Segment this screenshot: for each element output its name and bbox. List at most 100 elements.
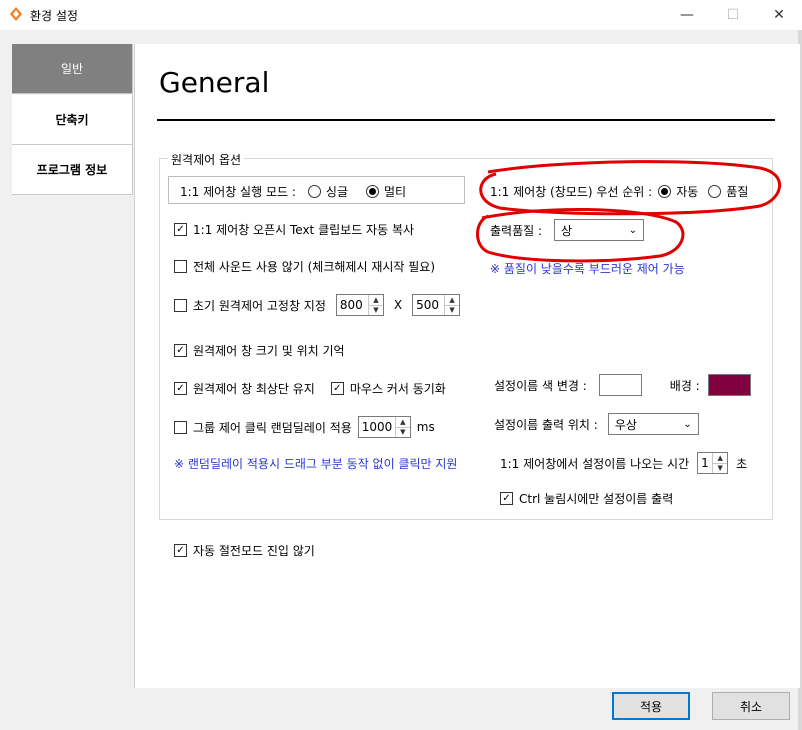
- chevron-down-icon: ⌄: [628, 224, 638, 236]
- always-top-row: ✓ 원격제어 창 최상단 유지 ✓ 마우스 커서 동기화: [174, 380, 446, 397]
- title-bar: 환경 설정 — ☐ ✕: [0, 0, 802, 30]
- arrow-up-icon[interactable]: ▲: [445, 295, 459, 305]
- arrow-up-icon[interactable]: ▲: [396, 417, 410, 427]
- mode-single-radio[interactable]: [307, 185, 321, 198]
- cancel-button[interactable]: 취소: [712, 692, 790, 720]
- sidebar-item-program-info[interactable]: 프로그램 정보: [12, 145, 133, 195]
- maximize-button[interactable]: ☐: [710, 0, 756, 30]
- arrow-down-icon[interactable]: ▼: [445, 304, 460, 316]
- priority-label: 1:1 제어창 (창모드) 우선 순위 :: [490, 185, 653, 199]
- sidebar-item-general[interactable]: 일반: [12, 44, 133, 94]
- name-time-value: 1: [701, 456, 709, 470]
- group-click-checkbox[interactable]: [174, 420, 187, 434]
- group-note-text: ※ 랜덤딜레이 적용시 드래그 부분 동작 없이 클릭만 지원: [174, 457, 458, 471]
- mouse-sync-checkbox[interactable]: ✓: [330, 382, 344, 395]
- clipboard-copy-checkbox[interactable]: ✓: [174, 223, 187, 236]
- name-position-row: 설정이름 출력 위치 : 우상 ⌄: [494, 413, 699, 435]
- name-time-stepper[interactable]: 1 ▲ ▼: [697, 452, 729, 474]
- arrow-down-icon[interactable]: ▼: [713, 462, 728, 474]
- arrow-up-icon[interactable]: ▲: [713, 453, 727, 463]
- quality-row: 출력품질 : 상 ⌄: [490, 219, 645, 241]
- name-position-dropdown[interactable]: 우상 ⌄: [607, 413, 699, 435]
- arrow-down-icon[interactable]: ▼: [395, 426, 410, 438]
- group-click-label: 그룹 제어 클릭 랜덤딜레이 적용: [193, 420, 352, 435]
- ctrl-only-row: ✓ Ctrl 눌림시에만 설정이름 출력: [500, 490, 673, 507]
- close-icon: ✕: [773, 7, 785, 23]
- name-time-label: 1:1 제어창에서 설정이름 나오는 시간: [500, 456, 690, 471]
- mode-multi-label: 멀티: [384, 185, 407, 199]
- fixed-width-value: 800: [339, 298, 363, 312]
- sidebar-item-label: 프로그램 정보: [36, 163, 108, 177]
- quality-label: 출력품질 :: [490, 223, 543, 238]
- clipboard-copy-row: ✓ 1:1 제어창 오픈시 Text 클립보드 자동 복사: [174, 221, 414, 238]
- no-power-save-label: 자동 절전모드 진입 않기: [193, 544, 315, 558]
- quality-value: 상: [561, 223, 573, 238]
- mode-multi-radio[interactable]: [366, 185, 379, 198]
- window-title: 환경 설정: [30, 9, 78, 23]
- mode-row: 1:1 제어창 실행 모드 : 싱글 멀티: [180, 183, 406, 200]
- page-title: General: [159, 66, 270, 99]
- priority-quality-label: 품질: [726, 185, 749, 199]
- close-button[interactable]: ✕: [756, 0, 802, 30]
- quality-note: ※ 품질이 낮을수록 부드러운 제어 가능: [490, 260, 685, 277]
- sidebar-item-label: 일반: [60, 62, 84, 76]
- clipboard-copy-label: 1:1 제어창 오픈시 Text 클립보드 자동 복사: [193, 223, 415, 237]
- group-label: 원격제어 옵션: [168, 151, 245, 168]
- fixed-size-row: 초기 원격제어 고정창 지정 800 ▲ ▼ X 500 ▲ ▼: [174, 294, 461, 316]
- remember-pos-label: 원격제어 창 크기 및 위치 기억: [193, 344, 345, 358]
- quality-dropdown[interactable]: 상 ⌄: [554, 219, 645, 241]
- sidebar-item-shortcuts[interactable]: 단축키: [12, 95, 133, 145]
- fixed-height-stepper[interactable]: 500 ▲ ▼: [412, 294, 461, 316]
- title-divider: [157, 119, 775, 121]
- cancel-label: 취소: [739, 699, 763, 714]
- always-top-checkbox[interactable]: ✓: [174, 382, 187, 395]
- minimize-button[interactable]: —: [664, 0, 710, 30]
- apply-button[interactable]: 적용: [612, 692, 690, 720]
- minimize-icon: —: [680, 7, 694, 23]
- chevron-down-icon: ⌄: [683, 418, 692, 430]
- group-click-row: 그룹 제어 클릭 랜덤딜레이 적용 1000 ▲ ▼ ms: [174, 416, 435, 438]
- apply-label: 적용: [639, 699, 663, 714]
- mode-single-label: 싱글: [325, 185, 348, 199]
- no-power-save-row: ✓ 자동 절전모드 진입 않기: [174, 542, 315, 559]
- name-bg-swatch[interactable]: [707, 374, 751, 396]
- priority-auto-label: 자동: [676, 185, 699, 199]
- name-position-label: 설정이름 출력 위치 :: [494, 417, 598, 432]
- priority-quality-radio[interactable]: [708, 185, 722, 198]
- name-color-label: 설정이름 색 변경 :: [494, 378, 587, 393]
- ctrl-only-checkbox[interactable]: ✓: [500, 492, 513, 505]
- remember-pos-row: ✓ 원격제어 창 크기 및 위치 기억: [174, 342, 345, 359]
- sidebar-item-label: 단축키: [55, 113, 89, 127]
- priority-row: 1:1 제어창 (창모드) 우선 순위 : 자동 품질: [490, 183, 748, 200]
- app-logo-icon: [10, 7, 22, 21]
- group-note: ※ 랜덤딜레이 적용시 드래그 부분 동작 없이 클릭만 지원: [174, 455, 457, 472]
- name-time-row: 1:1 제어창에서 설정이름 나오는 시간 1 ▲ ▼ 초: [500, 452, 747, 474]
- mode-label: 1:1 제어창 실행 모드 :: [180, 185, 296, 199]
- main-panel: General 원격제어 옵션: [134, 44, 800, 688]
- group-click-stepper[interactable]: 1000 ▲ ▼: [357, 416, 411, 438]
- fixed-size-checkbox[interactable]: [174, 298, 187, 312]
- sidebar: 일반 단축키 프로그램 정보: [0, 30, 134, 730]
- quality-note-text: ※ 품질이 낮을수록 부드러운 제어 가능: [490, 262, 685, 276]
- name-position-value: 우상: [614, 417, 637, 432]
- arrow-up-icon[interactable]: ▲: [369, 295, 383, 305]
- ctrl-only-label: Ctrl 눌림시에만 설정이름 출력: [519, 492, 674, 506]
- maximize-icon: ☐: [726, 7, 740, 23]
- arrow-down-icon[interactable]: ▼: [368, 304, 383, 316]
- remember-pos-checkbox[interactable]: ✓: [174, 344, 187, 357]
- priority-auto-radio[interactable]: [658, 185, 672, 198]
- no-sound-row: 전체 사운드 사용 않기 (체크해제시 재시작 필요): [174, 258, 435, 275]
- fixed-height-value: 500: [416, 298, 440, 312]
- no-sound-label: 전체 사운드 사용 않기 (체크해제시 재시작 필요): [193, 260, 436, 274]
- fixed-width-stepper[interactable]: 800 ▲ ▼: [335, 294, 384, 316]
- name-color-swatch[interactable]: [598, 374, 642, 396]
- name-time-unit: 초: [736, 456, 748, 471]
- no-power-save-checkbox[interactable]: ✓: [174, 544, 187, 557]
- name-color-row: 설정이름 색 변경 : 배경 :: [494, 374, 751, 396]
- no-sound-checkbox[interactable]: [174, 260, 187, 273]
- name-bg-label: 배경 :: [669, 378, 700, 393]
- size-separator: X: [393, 298, 403, 312]
- fixed-size-label: 초기 원격제어 고정창 지정: [193, 298, 326, 313]
- group-click-value: 1000: [361, 420, 393, 434]
- mouse-sync-label: 마우스 커서 동기화: [349, 382, 446, 396]
